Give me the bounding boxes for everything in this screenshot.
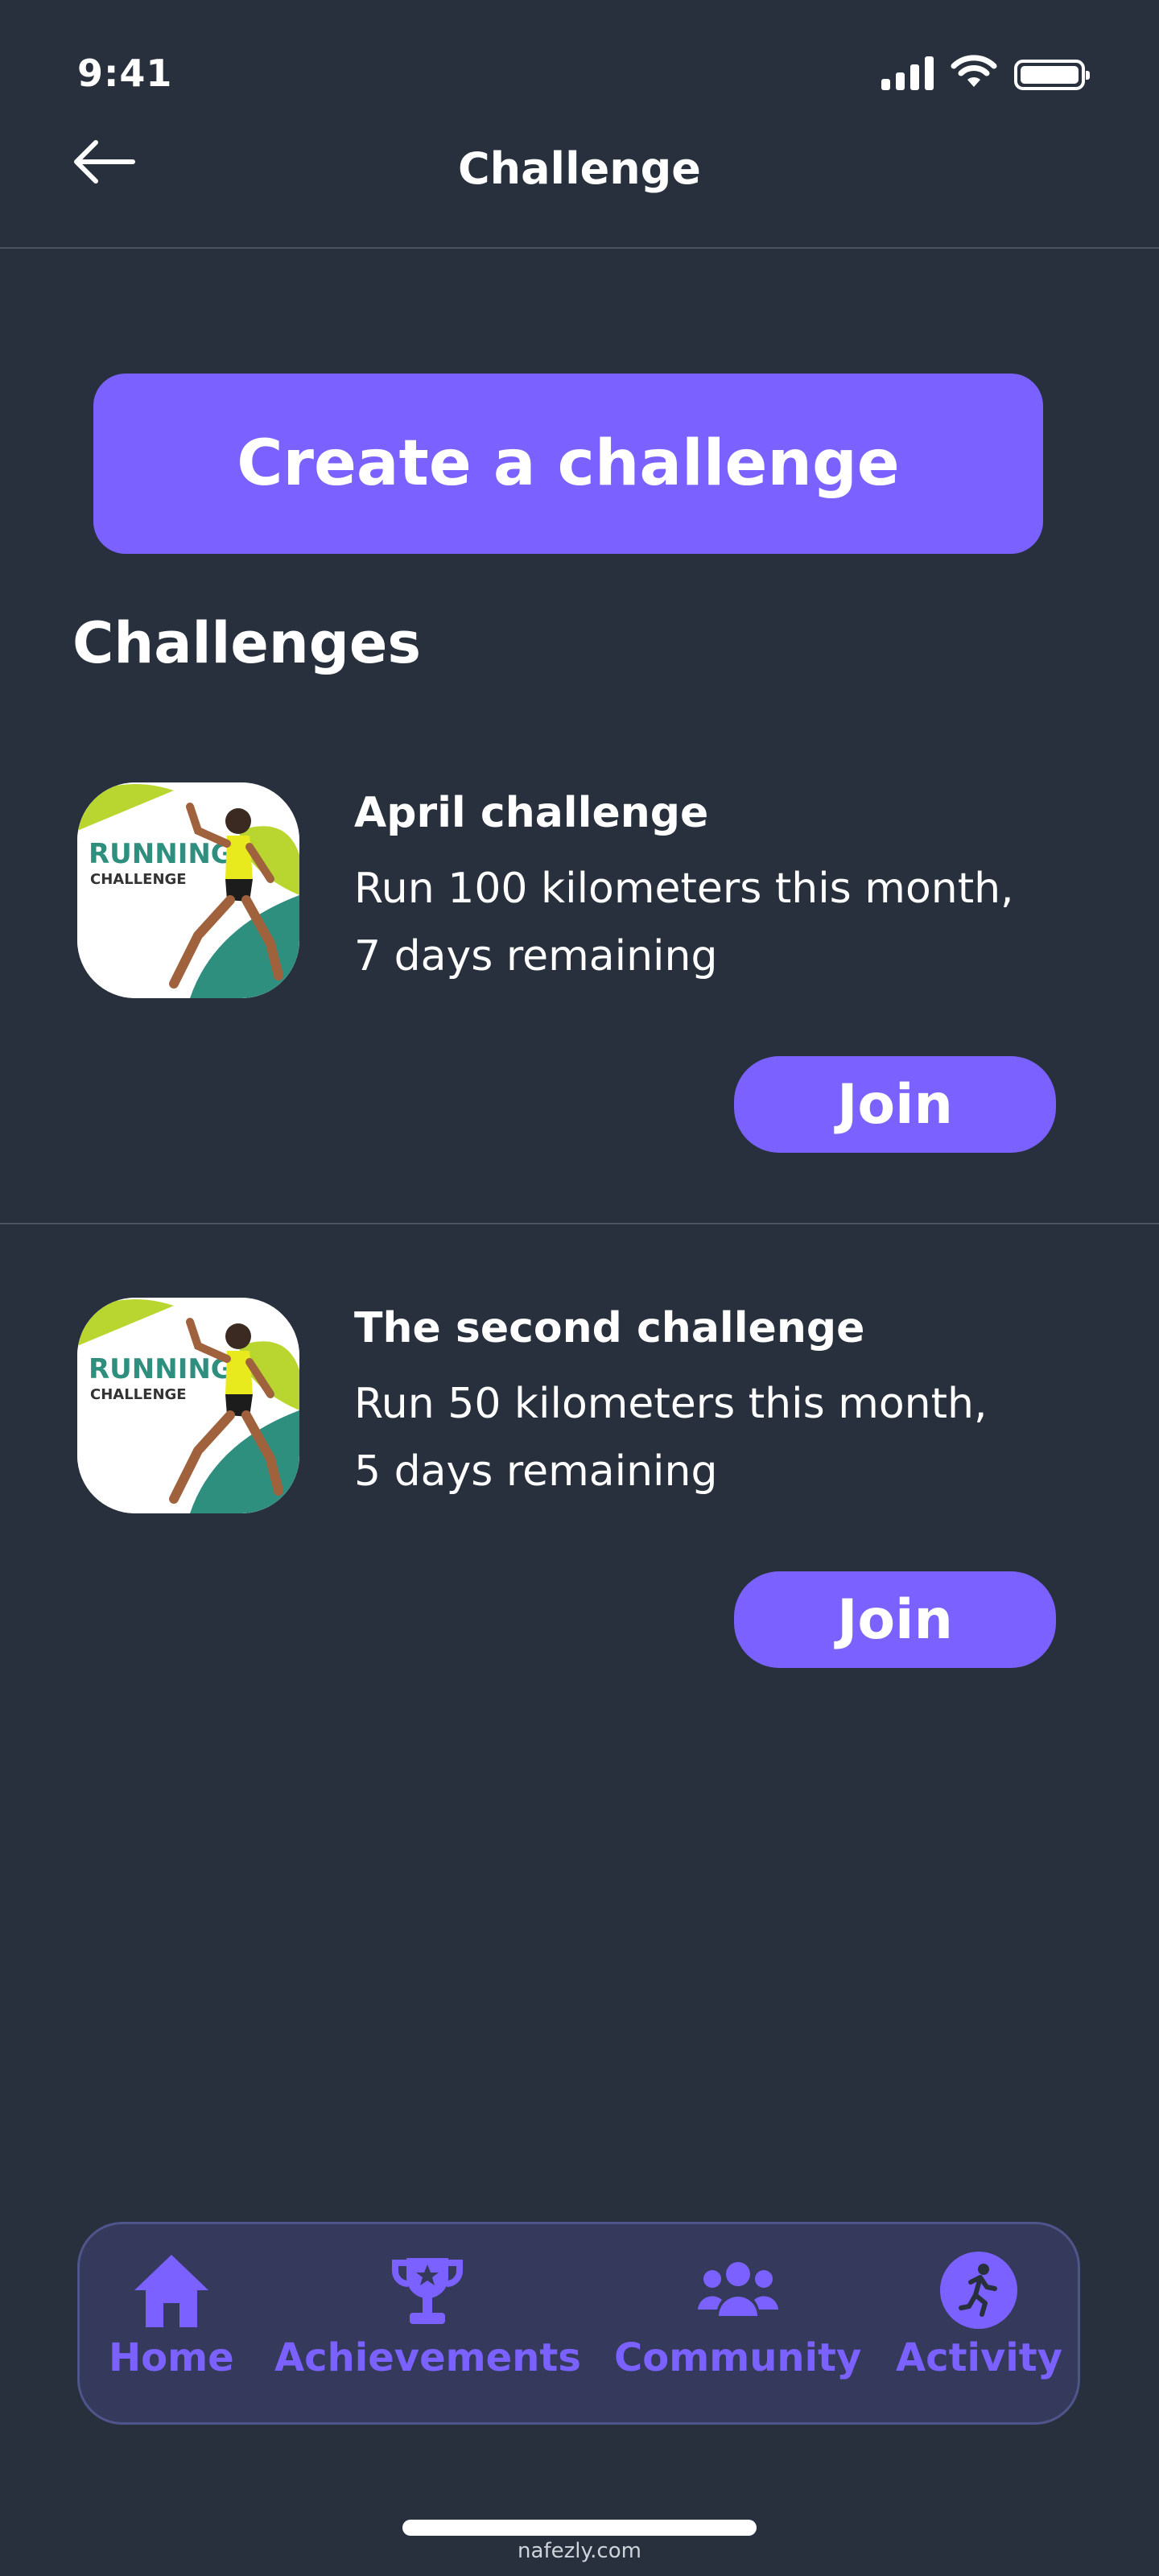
nav-label: Activity xyxy=(896,2335,1062,2380)
join-button[interactable]: Join xyxy=(734,1571,1056,1668)
join-button[interactable]: Join xyxy=(734,1056,1056,1153)
nav-label: Home xyxy=(109,2335,234,2380)
challenge-title: The second challenge xyxy=(354,1304,865,1352)
card-divider xyxy=(0,1223,1159,1224)
nav-item-achievements[interactable]: Achievements xyxy=(274,2248,581,2380)
nav-item-activity[interactable]: Activity xyxy=(896,2248,1062,2380)
nav-label: Achievements xyxy=(274,2335,581,2380)
header-divider xyxy=(0,247,1159,249)
challenge-remaining: 5 days remaining xyxy=(354,1447,718,1496)
bottom-navigation: Home Achievements Community Activity xyxy=(77,2222,1080,2425)
challenge-description-line: Run 50 kilometers this month, xyxy=(354,1380,988,1428)
running-icon xyxy=(938,2248,1019,2332)
nav-item-community[interactable]: Community xyxy=(614,2248,861,2380)
status-time: 9:41 xyxy=(77,52,173,95)
status-icons xyxy=(881,55,1090,90)
thumb-text-challenge: CHALLENGE xyxy=(90,1386,187,1403)
home-indicator[interactable] xyxy=(402,2520,757,2536)
create-challenge-button[interactable]: Create a challenge xyxy=(93,374,1043,554)
app-screen: 9:41 Challenge Create a challenge Challe… xyxy=(0,0,1159,2576)
thumb-text-running: RUNNING xyxy=(89,1353,233,1385)
challenge-thumbnail: RUNNING CHALLENGE xyxy=(77,1298,299,1513)
wifi-icon xyxy=(951,55,997,87)
page-title: Challenge xyxy=(458,143,701,194)
running-challenge-image: RUNNING CHALLENGE xyxy=(77,1298,299,1513)
home-icon xyxy=(131,2248,212,2332)
challenge-thumbnail: RUNNING CHALLENGE xyxy=(77,782,299,998)
challenge-title: April challenge xyxy=(354,789,709,837)
thumb-text-running: RUNNING xyxy=(89,838,233,870)
challenge-description-line: Run 100 kilometers this month, xyxy=(354,865,1014,913)
cellular-signal-icon xyxy=(881,55,934,90)
thumb-text-challenge: CHALLENGE xyxy=(90,871,187,888)
running-challenge-image: RUNNING CHALLENGE xyxy=(77,782,299,998)
challenge-description: Run 100 kilometers this month, 7 days re… xyxy=(354,855,1079,990)
trophy-icon xyxy=(387,2248,468,2332)
challenge-remaining: 7 days remaining xyxy=(354,932,718,980)
community-icon xyxy=(696,2248,780,2332)
challenges-heading: Challenges xyxy=(72,610,421,676)
nav-label: Community xyxy=(614,2335,862,2380)
battery-icon xyxy=(1014,60,1090,90)
nav-item-home[interactable]: Home xyxy=(109,2248,234,2380)
challenge-description: Run 50 kilometers this month, 5 days rem… xyxy=(354,1370,1079,1505)
watermark: nafezly.com xyxy=(518,2539,641,2563)
